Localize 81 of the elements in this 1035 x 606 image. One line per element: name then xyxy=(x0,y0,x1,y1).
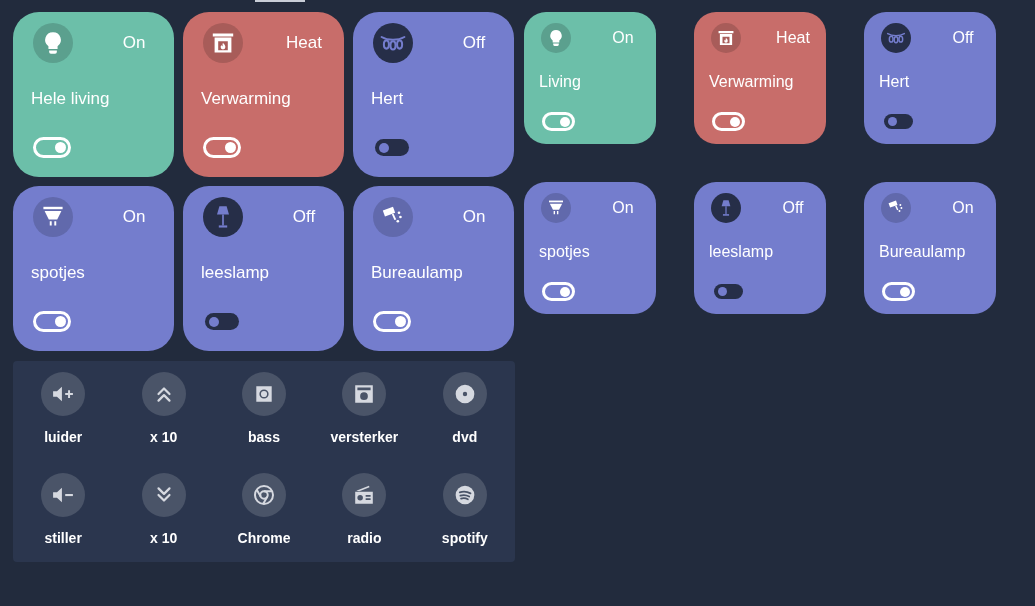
device-card[interactable]: On spotjes xyxy=(524,182,656,314)
device-name: spotjes xyxy=(539,243,590,261)
device-name: leeslamp xyxy=(709,243,774,261)
remote-button[interactable]: spotify xyxy=(441,473,488,546)
state-label: Heat xyxy=(286,33,322,53)
disc-icon xyxy=(442,372,487,416)
device-name: Hert xyxy=(879,73,910,91)
speaker-icon xyxy=(242,372,286,416)
volume-up-icon xyxy=(41,372,86,416)
device-name: Hert xyxy=(371,89,404,109)
floor-lamp-icon xyxy=(711,193,741,223)
remote-button[interactable]: x 10 xyxy=(141,473,186,546)
remote-button[interactable]: Chrome xyxy=(237,473,291,546)
remote-button[interactable]: stiller xyxy=(41,473,86,546)
device-name: Bureaulamp xyxy=(371,263,463,283)
device-card[interactable]: On spotjes xyxy=(13,186,174,351)
device-name: leeslamp xyxy=(201,263,270,283)
state-label: On xyxy=(612,199,634,217)
device-card[interactable]: Off Hert xyxy=(353,12,514,177)
device-name: Verwarming xyxy=(201,89,291,109)
state-label: On xyxy=(122,207,146,227)
toggle-switch[interactable] xyxy=(373,311,411,332)
toggle-switch[interactable] xyxy=(882,282,915,301)
floor-lamp-icon xyxy=(203,197,243,237)
remote-button[interactable]: dvd xyxy=(442,372,487,445)
state-label: Off xyxy=(952,29,974,47)
striped-circle-icon xyxy=(442,473,487,517)
device-card[interactable]: Off leeslamp xyxy=(183,186,344,351)
toggle-switch[interactable] xyxy=(33,311,71,332)
device-name: Bureaulamp xyxy=(879,243,966,261)
state-label: On xyxy=(612,29,634,47)
state-label: On xyxy=(462,207,486,227)
double-chevron-up-icon xyxy=(141,372,186,416)
device-name: Verwarming xyxy=(709,73,794,91)
volume-down-icon xyxy=(41,473,86,517)
string-lights-icon xyxy=(373,23,413,63)
radio-icon xyxy=(342,473,387,517)
spotlight-icon xyxy=(541,193,571,223)
remote-button[interactable]: luider xyxy=(41,372,86,445)
toggle-switch[interactable] xyxy=(884,114,913,129)
fireplace-icon xyxy=(711,23,741,53)
toggle-switch[interactable] xyxy=(33,137,71,158)
remote-button[interactable]: radio xyxy=(342,473,387,546)
ring-logo-icon xyxy=(242,473,286,517)
state-label: Off xyxy=(782,199,804,217)
bulb-icon xyxy=(33,23,73,63)
device-card[interactable]: On Hele living xyxy=(13,12,174,177)
toggle-switch[interactable] xyxy=(714,284,743,299)
double-chevron-down-icon xyxy=(141,473,186,517)
toggle-switch[interactable] xyxy=(375,139,409,156)
toggle-switch[interactable] xyxy=(712,112,745,131)
device-card[interactable]: Heat Verwarming xyxy=(183,12,344,177)
tab-indicator xyxy=(255,0,305,2)
toggle-switch[interactable] xyxy=(205,313,239,330)
device-card[interactable]: Off leeslamp xyxy=(694,182,826,314)
state-label: Heat xyxy=(776,29,810,47)
amplifier-icon xyxy=(342,372,387,416)
device-name: Living xyxy=(539,73,581,91)
device-card[interactable]: On Bureaulamp xyxy=(353,186,514,351)
state-label: On xyxy=(952,199,974,217)
device-card[interactable]: Off Hert xyxy=(864,12,996,144)
state-label: Off xyxy=(292,207,316,227)
device-card[interactable]: On Bureaulamp xyxy=(864,182,996,314)
remote-button[interactable]: versterker xyxy=(330,372,399,445)
toggle-switch[interactable] xyxy=(203,137,241,158)
remote-button[interactable]: x 10 xyxy=(141,372,186,445)
device-card[interactable]: Heat Verwarming xyxy=(694,12,826,144)
device-name: Hele living xyxy=(31,89,110,109)
desk-lamp-icon xyxy=(373,197,413,237)
toggle-switch[interactable] xyxy=(542,112,575,131)
desk-lamp-icon xyxy=(881,193,911,223)
toggle-switch[interactable] xyxy=(542,282,575,301)
device-name: spotjes xyxy=(31,263,85,283)
state-label: On xyxy=(122,33,146,53)
fireplace-icon xyxy=(203,23,243,63)
string-lights-icon xyxy=(881,23,911,53)
state-label: Off xyxy=(462,33,486,53)
bulb-icon xyxy=(541,23,571,53)
remote-button[interactable]: bass xyxy=(242,372,286,445)
device-card[interactable]: On Living xyxy=(524,12,656,144)
spotlight-icon xyxy=(33,197,73,237)
